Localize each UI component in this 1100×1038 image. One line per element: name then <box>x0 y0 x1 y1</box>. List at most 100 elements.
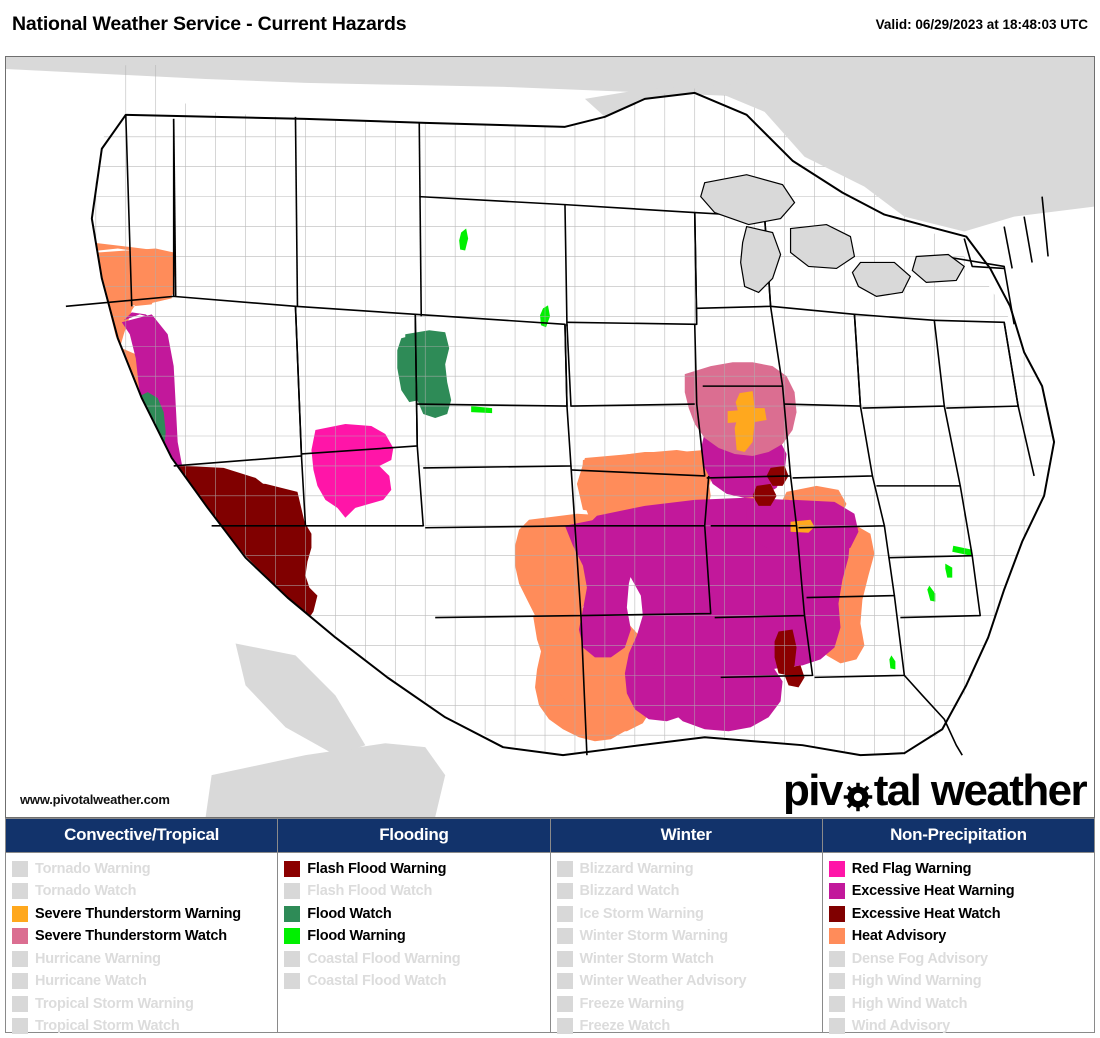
color-swatch <box>556 860 573 877</box>
header-bar: National Weather Service - Current Hazar… <box>0 0 1100 48</box>
legend-item-dense-fog-advisory[interactable]: Dense Fog Advisory <box>828 949 1094 968</box>
legend-item-label: Tropical Storm Warning <box>35 995 194 1012</box>
hazard-legend: Convective/Tropical Tornado Warning Torn… <box>5 818 1095 1036</box>
color-swatch <box>556 905 573 922</box>
brand-text-part1: piv <box>782 766 843 815</box>
legend-item-list: Tornado Warning Tornado Watch Severe Thu… <box>6 853 277 1036</box>
page-title: National Weather Service - Current Hazar… <box>12 12 407 35</box>
hazard-svr-tstorm-warning-il-arm <box>727 410 741 424</box>
legend-item-tornado-watch[interactable]: Tornado Watch <box>12 882 277 901</box>
color-swatch <box>12 1018 28 1034</box>
legend-item-coastal-flood-watch[interactable]: Coastal Flood Watch <box>284 972 549 991</box>
color-swatch <box>284 928 301 944</box>
color-swatch <box>284 883 301 899</box>
legend-item-label: Flood Watch <box>307 905 392 922</box>
legend-item-excessive-heat-watch[interactable]: Excessive Heat Watch <box>828 904 1094 923</box>
legend-item-flash-flood-warning[interactable]: Flash Flood Warning <box>284 859 549 878</box>
legend-item-winter-weather-advisory[interactable]: Winter Weather Advisory <box>556 972 822 991</box>
legend-item-wind-advisory[interactable]: Wind Advisory <box>828 1017 1094 1036</box>
legend-item-label: Tornado Warning <box>35 860 151 877</box>
color-swatch <box>12 883 28 899</box>
legend-header: Winter <box>550 819 822 853</box>
color-swatch <box>556 1018 573 1034</box>
legend-item-label: Winter Storm Warning <box>579 928 729 944</box>
legend-item-label: Flood Warning <box>307 928 406 944</box>
legend-item-label: Hurricane Watch <box>35 973 147 989</box>
legend-item-label: Freeze Watch <box>579 1018 671 1034</box>
color-swatch <box>828 860 845 877</box>
legend-item-label: Tornado Watch <box>35 883 137 899</box>
legend-item-label: Winter Storm Watch <box>579 950 714 967</box>
legend-item-ice-storm-warning[interactable]: Ice Storm Warning <box>556 904 822 923</box>
website-url: www.pivotalweather.com <box>20 792 170 807</box>
pivotal-weather-logo: piv tal weather <box>782 766 1088 815</box>
legend-header: Convective/Tropical <box>6 819 278 853</box>
color-swatch <box>12 950 28 967</box>
legend-item-label: Red Flag Warning <box>851 860 972 877</box>
legend-item-label: Coastal Flood Watch <box>307 973 447 989</box>
color-swatch <box>828 1018 845 1034</box>
legend-item-label: Heat Advisory <box>851 928 947 944</box>
legend-item-flood-warning[interactable]: Flood Warning <box>284 927 549 946</box>
legend-item-winter-storm-warning[interactable]: Winter Storm Warning <box>556 927 822 946</box>
legend-item-severe-thunderstorm-watch[interactable]: Severe Thunderstorm Watch <box>12 927 277 946</box>
legend-item-label: Coastal Flood Warning <box>307 950 461 967</box>
legend-item-high-wind-watch[interactable]: High Wind Watch <box>828 994 1094 1013</box>
legend-item-blizzard-warning[interactable]: Blizzard Warning <box>556 859 822 878</box>
legend-header: Non-Precipitation <box>822 819 1094 853</box>
legend-header: Flooding <box>278 819 550 853</box>
legend-item-list: Blizzard Warning Blizzard Watch Ice Stor… <box>551 853 822 1036</box>
legend-item-label: Flash Flood Warning <box>307 860 447 877</box>
legend-item-red-flag-warning[interactable]: Red Flag Warning <box>828 859 1094 878</box>
legend-item-high-wind-warning[interactable]: High Wind Warning <box>828 972 1094 991</box>
color-swatch <box>828 883 845 899</box>
color-swatch <box>284 905 301 922</box>
color-swatch <box>556 995 573 1012</box>
legend-item-winter-storm-watch[interactable]: Winter Storm Watch <box>556 949 822 968</box>
gear-icon <box>843 776 873 812</box>
color-swatch <box>284 973 301 989</box>
legend-item-flood-watch[interactable]: Flood Watch <box>284 904 549 923</box>
legend-item-label: High Wind Warning <box>851 973 982 989</box>
legend-item-severe-thunderstorm-warning[interactable]: Severe Thunderstorm Warning <box>12 904 277 923</box>
legend-item-tropical-storm-warning[interactable]: Tropical Storm Warning <box>12 994 277 1013</box>
color-swatch <box>556 973 573 989</box>
legend-item-blizzard-watch[interactable]: Blizzard Watch <box>556 882 822 901</box>
color-swatch <box>12 973 28 989</box>
legend-item-heat-advisory[interactable]: Heat Advisory <box>828 927 1094 946</box>
color-swatch <box>828 905 845 922</box>
legend-item-coastal-flood-warning[interactable]: Coastal Flood Warning <box>284 949 549 968</box>
legend-item-tornado-warning[interactable]: Tornado Warning <box>12 859 277 878</box>
legend-column-convective-tropical: Convective/Tropical Tornado Warning Torn… <box>6 819 279 1034</box>
legend-item-freeze-warning[interactable]: Freeze Warning <box>556 994 822 1013</box>
hazard-map[interactable]: www.pivotalweather.com piv tal weather <box>5 56 1095 818</box>
color-swatch <box>12 860 28 877</box>
legend-item-hurricane-watch[interactable]: Hurricane Watch <box>12 972 277 991</box>
color-swatch <box>828 928 845 944</box>
legend-item-label: Wind Advisory <box>851 1018 950 1034</box>
legend-item-list: Flash Flood Warning Flash Flood Watch Fl… <box>278 853 549 991</box>
legend-item-label: Tropical Storm Watch <box>35 1018 180 1034</box>
legend-item-flash-flood-watch[interactable]: Flash Flood Watch <box>284 882 549 901</box>
color-swatch <box>828 973 845 989</box>
legend-item-label: High Wind Watch <box>851 995 968 1012</box>
legend-item-label: Severe Thunderstorm Warning <box>35 905 241 922</box>
legend-item-freeze-watch[interactable]: Freeze Watch <box>556 1017 822 1036</box>
legend-item-label: Dense Fog Advisory <box>851 950 988 967</box>
color-swatch <box>12 905 28 922</box>
map-canvas <box>6 57 1094 817</box>
color-swatch <box>556 928 573 944</box>
color-swatch <box>12 928 28 944</box>
brand-text-part2: tal weather <box>873 766 1088 815</box>
legend-item-label: Winter Weather Advisory <box>579 973 747 989</box>
legend-item-label: Severe Thunderstorm Watch <box>35 928 227 944</box>
valid-timestamp: Valid: 06/29/2023 at 18:48:03 UTC <box>875 16 1088 32</box>
legend-item-hurricane-warning[interactable]: Hurricane Warning <box>12 949 277 968</box>
color-swatch <box>828 950 845 967</box>
legend-item-excessive-heat-warning[interactable]: Excessive Heat Warning <box>828 882 1094 901</box>
color-swatch <box>556 950 573 967</box>
legend-column-winter: Winter Blizzard Warning Blizzard Watch I… <box>550 819 823 1034</box>
color-swatch <box>828 995 845 1012</box>
legend-item-tropical-storm-watch[interactable]: Tropical Storm Watch <box>12 1017 277 1036</box>
legend-item-label: Blizzard Warning <box>579 860 694 877</box>
